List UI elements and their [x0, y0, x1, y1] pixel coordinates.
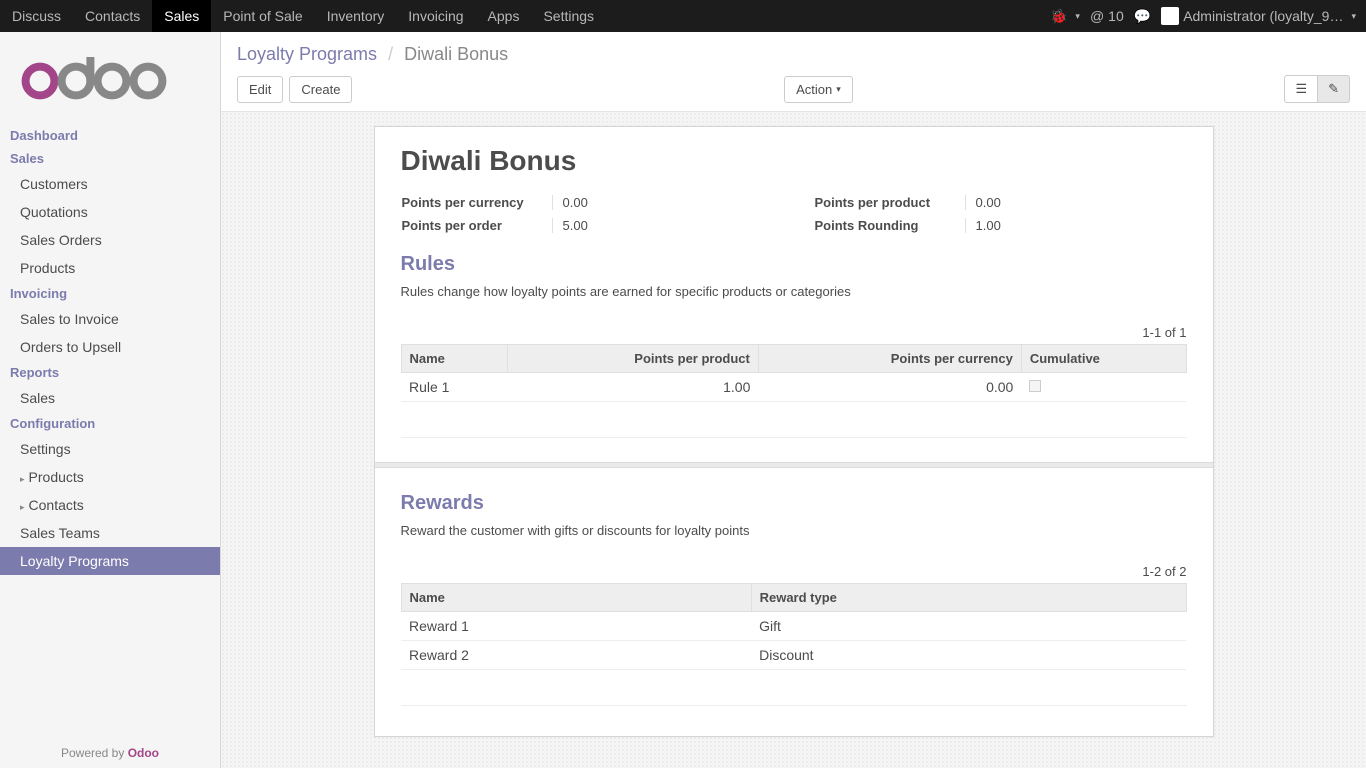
- menu-header-sales[interactable]: Sales: [0, 147, 220, 170]
- field-label: Points per product: [815, 195, 965, 210]
- edit-button[interactable]: Edit: [237, 76, 283, 103]
- sidebar-item-settings[interactable]: Settings: [0, 435, 220, 463]
- create-button[interactable]: Create: [289, 76, 352, 103]
- sidebar-item-sales-teams[interactable]: Sales Teams: [0, 519, 220, 547]
- rewards-desc: Reward the customer with gifts or discou…: [401, 523, 1187, 538]
- nav-point-of-sale[interactable]: Point of Sale: [211, 0, 314, 32]
- menu-header-invoicing[interactable]: Invoicing: [0, 282, 220, 305]
- nav-sales[interactable]: Sales: [152, 0, 211, 32]
- sidebar-item-contacts[interactable]: Contacts: [0, 491, 220, 519]
- sidebar-item-sales-to-invoice[interactable]: Sales to Invoice: [0, 305, 220, 333]
- col-header[interactable]: Points per currency: [758, 345, 1021, 373]
- section-divider: [375, 462, 1213, 468]
- cell-cumulative: [1021, 373, 1186, 402]
- breadcrumb-sep: /: [388, 44, 393, 64]
- rewards-title: Rewards: [401, 492, 1187, 515]
- rules-desc: Rules change how loyalty points are earn…: [401, 284, 1187, 299]
- top-nav-left: DiscussContactsSalesPoint of SaleInvento…: [0, 0, 606, 32]
- cell-type: Gift: [751, 612, 1186, 641]
- top-nav: DiscussContactsSalesPoint of SaleInvento…: [0, 0, 1366, 32]
- breadcrumb-parent[interactable]: Loyalty Programs: [237, 44, 377, 64]
- table-row[interactable]: Reward 2Discount: [401, 641, 1186, 670]
- col-header[interactable]: Name: [401, 345, 508, 373]
- sidebar-footer: Powered by Odoo: [0, 738, 220, 768]
- col-header[interactable]: Reward type: [751, 584, 1186, 612]
- cell-ppp: 1.00: [508, 373, 759, 402]
- menu-header-configuration[interactable]: Configuration: [0, 412, 220, 435]
- col-header[interactable]: Name: [401, 584, 751, 612]
- cell-name: Reward 2: [401, 641, 751, 670]
- bug-icon[interactable]: 🐞: [1050, 8, 1080, 25]
- cell-type: Discount: [751, 641, 1186, 670]
- sidebar: DashboardSalesCustomersQuotationsSales O…: [0, 32, 220, 768]
- nav-apps[interactable]: Apps: [476, 0, 532, 32]
- field-value: 1.00: [965, 218, 1187, 233]
- list-icon: ☰: [1295, 81, 1307, 96]
- user-menu[interactable]: Administrator (loyalty_9…: [1161, 7, 1356, 25]
- table-row[interactable]: Reward 1Gift: [401, 612, 1186, 641]
- rules-table: NamePoints per productPoints per currenc…: [401, 344, 1187, 402]
- nav-invoicing[interactable]: Invoicing: [396, 0, 475, 32]
- nav-settings[interactable]: Settings: [531, 0, 606, 32]
- field-value: 0.00: [552, 195, 774, 210]
- field-row: Points per product0.00: [814, 195, 1187, 210]
- nav-discuss[interactable]: Discuss: [0, 0, 73, 32]
- toolbar: Edit Create Action ▾ ☰ ✎: [237, 75, 1350, 111]
- field-row: Points per order5.00: [401, 218, 774, 233]
- edit-icon: ✎: [1328, 81, 1339, 96]
- sidebar-item-customers[interactable]: Customers: [0, 170, 220, 198]
- form-sheet: Diwali Bonus Points per currency0.00Poin…: [374, 126, 1214, 737]
- form-scroll[interactable]: Diwali Bonus Points per currency0.00Poin…: [221, 112, 1366, 768]
- footer-brand-link[interactable]: Odoo: [128, 746, 159, 760]
- top-nav-right: 🐞 @ 10 💬 Administrator (loyalty_9…: [1050, 7, 1366, 25]
- fields-grid: Points per currency0.00Points per order5…: [401, 195, 1187, 233]
- sidebar-item-loyalty-programs[interactable]: Loyalty Programs: [0, 547, 220, 575]
- rewards-table: NameReward type Reward 1GiftReward 2Disc…: [401, 583, 1187, 670]
- breadcrumb-current: Diwali Bonus: [404, 44, 508, 64]
- messages-icon[interactable]: 💬: [1134, 8, 1151, 25]
- rules-pager[interactable]: 1-1 of 1: [401, 325, 1187, 340]
- sidebar-item-sales-orders[interactable]: Sales Orders: [0, 226, 220, 254]
- action-dropdown[interactable]: Action ▾: [784, 76, 853, 103]
- sidebar-item-sales[interactable]: Sales: [0, 384, 220, 412]
- col-header[interactable]: Points per product: [508, 345, 759, 373]
- nav-contacts[interactable]: Contacts: [73, 0, 152, 32]
- content: Loyalty Programs / Diwali Bonus Edit Cre…: [220, 32, 1366, 768]
- sidebar-item-orders-to-upsell[interactable]: Orders to Upsell: [0, 333, 220, 361]
- field-row: Points Rounding1.00: [814, 218, 1187, 233]
- col-header[interactable]: Cumulative: [1021, 345, 1186, 373]
- cell-name: Rule 1: [401, 373, 508, 402]
- field-label: Points Rounding: [815, 218, 965, 233]
- field-row: Points per currency0.00: [401, 195, 774, 210]
- page-title: Diwali Bonus: [401, 145, 1187, 177]
- rules-title: Rules: [401, 253, 1187, 276]
- sidebar-item-products[interactable]: Products: [0, 254, 220, 282]
- field-value: 0.00: [965, 195, 1187, 210]
- rewards-pager[interactable]: 1-2 of 2: [401, 564, 1187, 579]
- sidebar-item-quotations[interactable]: Quotations: [0, 198, 220, 226]
- breadcrumb: Loyalty Programs / Diwali Bonus: [237, 44, 1350, 65]
- menu-header-dashboard[interactable]: Dashboard: [0, 124, 220, 147]
- sidebar-item-products[interactable]: Products: [0, 463, 220, 491]
- cell-name: Reward 1: [401, 612, 751, 641]
- field-value: 5.00: [552, 218, 774, 233]
- cell-ppc: 0.00: [758, 373, 1021, 402]
- field-label: Points per currency: [402, 195, 552, 210]
- form-view-button[interactable]: ✎: [1318, 75, 1350, 103]
- list-view-button[interactable]: ☰: [1284, 75, 1318, 103]
- user-label: Administrator (loyalty_9…: [1183, 8, 1343, 24]
- notification-badge[interactable]: @ 10: [1090, 8, 1124, 24]
- avatar: [1161, 7, 1179, 25]
- nav-inventory[interactable]: Inventory: [315, 0, 397, 32]
- table-row[interactable]: Rule 11.000.00: [401, 373, 1186, 402]
- field-label: Points per order: [402, 218, 552, 233]
- logo[interactable]: [0, 42, 220, 124]
- checkbox-icon: [1029, 380, 1041, 392]
- view-switcher: ☰ ✎: [1284, 75, 1350, 103]
- menu-header-reports[interactable]: Reports: [0, 361, 220, 384]
- content-header: Loyalty Programs / Diwali Bonus Edit Cre…: [221, 32, 1366, 112]
